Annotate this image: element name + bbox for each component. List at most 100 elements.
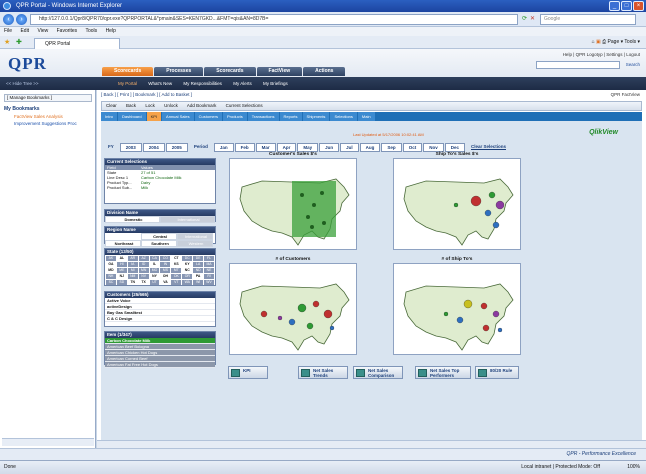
month-may[interactable]: May bbox=[297, 143, 319, 152]
80-20-rule-button[interactable]: 80/20 Rule bbox=[475, 366, 519, 379]
command-tools[interactable]: Page ▾ Tools ▾ bbox=[608, 39, 640, 45]
sheet-tab[interactable]: Main bbox=[357, 112, 375, 121]
browser-tab[interactable]: QPR Portal bbox=[34, 38, 120, 49]
state-item[interactable]: AZ bbox=[138, 256, 149, 261]
map-bubble[interactable] bbox=[306, 322, 314, 330]
state-item[interactable]: WA bbox=[182, 280, 193, 285]
state-item[interactable]: MD bbox=[106, 268, 116, 273]
map-bubble[interactable] bbox=[322, 221, 326, 225]
year-2005[interactable]: 2005 bbox=[165, 143, 188, 152]
month-oct[interactable]: Oct bbox=[402, 143, 423, 152]
state-item[interactable]: UT bbox=[149, 280, 160, 285]
home-icon[interactable]: ⌂ bbox=[592, 39, 595, 45]
state-item[interactable]: NY bbox=[149, 274, 160, 279]
map-chart-shipto-sales[interactable]: Ship To's Sales $'s bbox=[393, 152, 521, 250]
map-bubble[interactable] bbox=[288, 318, 296, 326]
bookmark-item[interactable]: FactView Sales Analysis bbox=[14, 114, 63, 119]
net-sales-comparison-button[interactable]: Net Sales Comparison bbox=[353, 366, 403, 379]
year-2004[interactable]: 2004 bbox=[142, 143, 165, 152]
back-arrow-icon[interactable]: ‹ bbox=[3, 14, 14, 25]
month-mar[interactable]: Mar bbox=[255, 143, 276, 152]
state-item[interactable]: SC bbox=[106, 280, 116, 285]
map-bubble[interactable] bbox=[497, 327, 503, 333]
map-bubble[interactable] bbox=[492, 221, 500, 229]
state-item[interactable]: NJ bbox=[116, 274, 127, 279]
close-icon[interactable]: × bbox=[633, 1, 644, 11]
state-item[interactable]: VT bbox=[171, 280, 182, 285]
menu-help[interactable]: Help bbox=[106, 28, 116, 34]
left-scrollbar[interactable] bbox=[2, 438, 94, 446]
menu-edit[interactable]: Edit bbox=[20, 28, 29, 34]
content-actions[interactable]: [ Back ] [ Print ] [ Bookmark ] [ Add to… bbox=[101, 92, 192, 97]
minimize-icon[interactable]: _ bbox=[609, 1, 620, 11]
state-item[interactable]: IN bbox=[160, 262, 171, 267]
state-item[interactable]: MT bbox=[171, 268, 182, 273]
region-item[interactable]: Northeast bbox=[105, 240, 141, 247]
cs-row[interactable]: Product Sub... Milk bbox=[105, 185, 215, 190]
kpi-button[interactable]: KPI bbox=[228, 366, 268, 379]
state-item[interactable]: NE bbox=[204, 268, 214, 273]
net-sales-top-performers-button[interactable]: Net Sales Top Performers bbox=[415, 366, 471, 379]
tab-scorecards-2[interactable]: Scorecards bbox=[204, 67, 256, 76]
map-bubble[interactable] bbox=[470, 195, 482, 207]
map-bubble[interactable] bbox=[329, 325, 335, 331]
region-item[interactable]: International bbox=[177, 233, 213, 240]
state-item[interactable]: HI bbox=[116, 262, 127, 267]
net-sales-trends-button[interactable]: Net Sales Trends bbox=[298, 366, 348, 379]
state-item[interactable]: ID bbox=[138, 262, 149, 267]
sheet-tab[interactable]: Shipments bbox=[302, 112, 330, 121]
state-item[interactable]: DE bbox=[193, 256, 204, 261]
map-bubble[interactable] bbox=[300, 193, 304, 197]
subnav-my-alerts[interactable]: My Alerts bbox=[233, 81, 252, 86]
qpr-search-input[interactable] bbox=[536, 61, 620, 69]
maximize-icon[interactable]: □ bbox=[621, 1, 632, 11]
clear-button[interactable]: Clear bbox=[106, 103, 117, 108]
state-item[interactable]: ME bbox=[116, 268, 127, 273]
state-item[interactable]: RI bbox=[204, 274, 214, 279]
year-2003[interactable]: 2003 bbox=[119, 143, 142, 152]
state-item[interactable]: SD bbox=[116, 280, 127, 285]
month-feb[interactable]: Feb bbox=[234, 143, 255, 152]
state-item[interactable]: LA bbox=[193, 262, 204, 267]
map-bubble[interactable] bbox=[306, 215, 310, 219]
state-item[interactable]: NH bbox=[106, 274, 116, 279]
state-item[interactable]: DC bbox=[182, 256, 193, 261]
region-item[interactable]: Central bbox=[141, 233, 177, 240]
clear-selections-link[interactable]: Clear Selections bbox=[466, 143, 511, 152]
month-jan[interactable]: Jan bbox=[213, 143, 234, 152]
map-bubble[interactable] bbox=[456, 316, 464, 324]
state-item[interactable]: VA bbox=[160, 280, 171, 285]
state-item[interactable]: AR bbox=[127, 256, 138, 261]
map-bubble[interactable] bbox=[320, 191, 324, 195]
list-item[interactable]: American Fat Free Hot Dogs bbox=[105, 362, 215, 368]
sheet-tab[interactable]: Selections bbox=[330, 112, 357, 121]
state-item[interactable]: CO bbox=[160, 256, 171, 261]
state-item[interactable]: OH bbox=[160, 274, 171, 279]
sheet-tab[interactable]: Customers bbox=[194, 112, 222, 121]
state-item[interactable]: PA bbox=[193, 274, 204, 279]
state-item[interactable]: NM bbox=[127, 274, 138, 279]
state-item[interactable]: AL bbox=[116, 256, 127, 261]
state-item[interactable]: CA bbox=[149, 256, 160, 261]
subnav-my-briefings[interactable]: My Briefings bbox=[263, 81, 288, 86]
subnav-my-portal[interactable]: My Portal bbox=[118, 81, 137, 86]
state-item[interactable]: KS bbox=[171, 262, 182, 267]
map-chart-customer-sales[interactable]: Customer's Sales $'s bbox=[229, 152, 357, 250]
map-bubble[interactable] bbox=[323, 309, 333, 319]
favorites-star-icon[interactable]: ★ bbox=[4, 38, 10, 46]
map-bubble[interactable] bbox=[484, 209, 492, 217]
command-bar[interactable]: ⌂ ▣ ⎙ Page ▾ Tools ▾ bbox=[592, 38, 640, 47]
add-bookmark-button[interactable]: Add Bookmark bbox=[187, 103, 217, 108]
map-bubble[interactable] bbox=[310, 225, 314, 229]
state-item[interactable]: KY bbox=[182, 262, 193, 267]
state-item[interactable]: ND bbox=[193, 268, 204, 273]
state-item[interactable]: MN bbox=[138, 268, 149, 273]
qpr-top-links[interactable]: Help | QPR Logotyp | Settings | Logout bbox=[563, 52, 640, 57]
map-bubble[interactable] bbox=[492, 310, 500, 318]
list-item[interactable]: C & C Design bbox=[105, 316, 215, 322]
menu-file[interactable]: File bbox=[4, 28, 12, 34]
map-bubble[interactable] bbox=[312, 203, 316, 207]
state-item[interactable]: MA bbox=[204, 262, 214, 267]
state-item[interactable]: TN bbox=[127, 280, 138, 285]
refresh-icon[interactable]: ⟳ bbox=[522, 15, 527, 22]
